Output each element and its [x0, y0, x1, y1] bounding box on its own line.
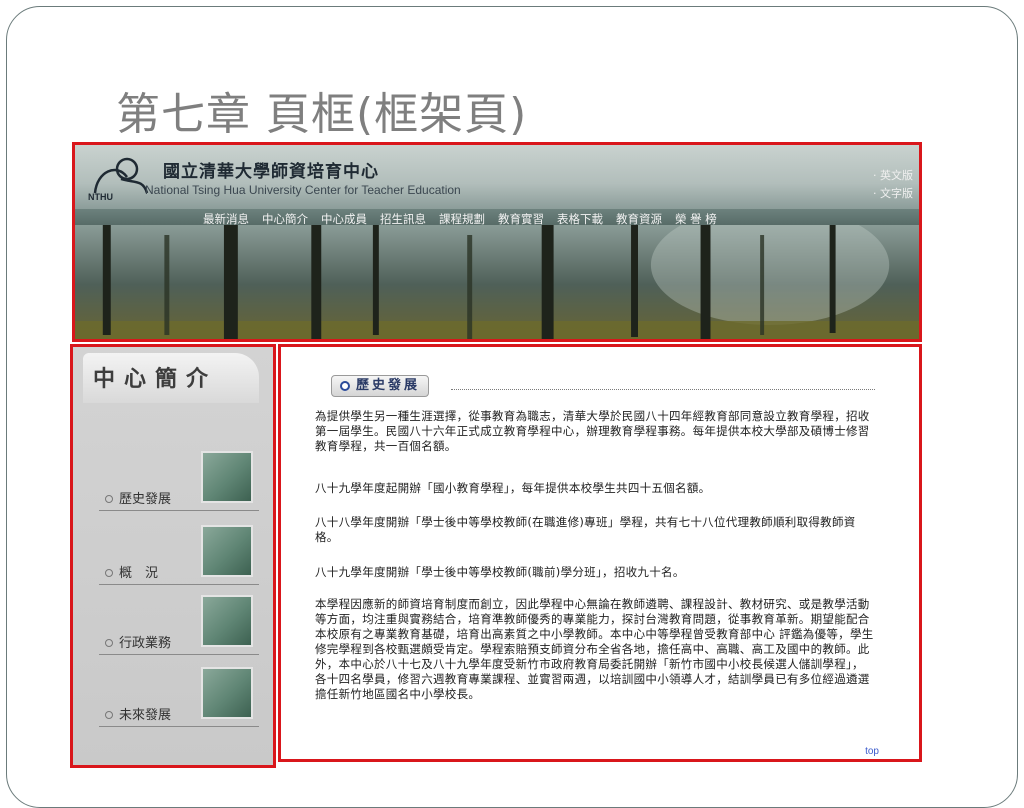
divider — [99, 654, 259, 655]
org-name-cn: 國立清華大學師資培育中心 — [163, 162, 379, 182]
main-content: 歷史發展 為提供學生另一種生涯選擇，從事教育為職志，清華大學於民國八十四年經教育… — [278, 344, 922, 762]
bullet-icon — [105, 711, 113, 719]
paragraph: 本學程因應新的師資培育制度而創立，因此學程中心無論在教師遴聘、課程設計、教材研究… — [315, 597, 874, 701]
sidebar-thumbnail — [201, 525, 253, 577]
sidebar-item-label: 概 況 — [119, 566, 159, 581]
sidebar-item-overview[interactable]: 概 況 — [99, 525, 259, 585]
sidebar-thumbnail — [201, 595, 253, 647]
sidebar-item-label: 行政業務 — [119, 636, 172, 651]
sidebar-title: 中心簡介 — [93, 367, 218, 392]
slide-title: 第七章 頁框(框架頁) — [116, 89, 528, 140]
sidebar-panel: 中心簡介 歷史發展 概 況 行政業務 未來發展 — [70, 344, 276, 768]
divider — [99, 584, 259, 585]
divider — [99, 510, 259, 511]
sidebar-thumbnail — [201, 667, 253, 719]
sidebar-item-label: 歷史發展 — [119, 492, 172, 507]
logo-text: NTHU — [88, 192, 113, 202]
bullet-icon — [105, 495, 113, 503]
sidebar-item-admin[interactable]: 行政業務 — [99, 595, 259, 655]
site-banner: NTHU 國立清華大學師資培育中心 National Tsing Hua Uni… — [72, 142, 922, 342]
paragraph: 八十九學年度開辦「學士後中等學校教師(職前)學分班」，招收九十名。 — [315, 565, 685, 579]
forest-banner-image — [75, 225, 919, 339]
divider — [99, 726, 259, 727]
bullet-icon — [105, 639, 113, 647]
nthu-logo: NTHU — [88, 157, 149, 202]
org-name-en: National Tsing Hua University Center for… — [145, 183, 461, 197]
text-version-link[interactable]: · 文字版 — [873, 185, 913, 201]
dotted-divider — [451, 389, 875, 390]
paragraph: 為提供學生另一種生涯選擇，從事教育為職志，清華大學於民國八十四年經教育部同意設立… — [315, 409, 870, 453]
section-heading-text: 歷史發展 — [356, 378, 421, 393]
bullet-icon — [105, 569, 113, 577]
back-to-top-link[interactable]: top — [865, 746, 879, 757]
section-heading: 歷史發展 — [331, 375, 430, 397]
sidebar-item-label: 未來發展 — [119, 708, 172, 723]
sidebar-item-future[interactable]: 未來發展 — [99, 667, 259, 727]
circle-bullet-icon — [340, 381, 350, 391]
english-version-link[interactable]: · 英文版 — [873, 167, 913, 183]
paragraph: 八十九學年度起開辦「國小教育學程」，每年提供本校學生共四十五個名額。 — [315, 481, 711, 495]
sidebar-item-history[interactable]: 歷史發展 — [99, 451, 259, 511]
paragraph: 八十八學年度開辦「學士後中等學校教師(在職進修)專班」學程，共有七十八位代理教師… — [315, 515, 856, 544]
sidebar-thumbnail — [201, 451, 253, 503]
